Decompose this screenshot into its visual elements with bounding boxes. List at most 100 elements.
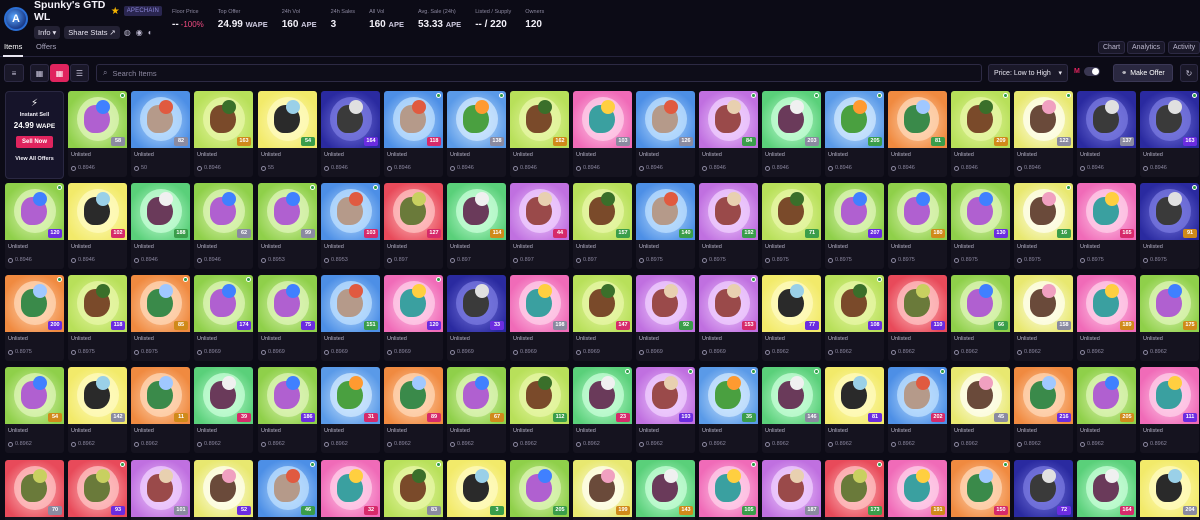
nft-image[interactable]: 205 <box>1077 367 1136 424</box>
nft-card[interactable]: 58 Unlisted 0.8946 <box>68 91 127 177</box>
nft-card[interactable]: 130 Unlisted 0.8975 <box>951 183 1010 269</box>
nft-image[interactable]: 180 <box>888 183 947 240</box>
nft-card[interactable]: 101Unlisted <box>131 460 190 520</box>
nft-image[interactable]: 126 <box>636 91 695 148</box>
nft-card[interactable]: 162 Unlisted 0.8946 <box>510 91 569 177</box>
refresh-button[interactable]: ↻ <box>1180 64 1198 82</box>
nft-image[interactable]: 120 <box>384 275 443 332</box>
nft-card[interactable]: 120 Unlisted 0.8946 <box>5 183 64 269</box>
nft-image[interactable]: 130 <box>951 183 1010 240</box>
nft-image[interactable]: 103 <box>321 183 380 240</box>
nft-card[interactable]: 44 Unlisted 0.897 <box>510 183 569 269</box>
nft-image[interactable]: 81 <box>888 91 947 148</box>
nft-image[interactable]: 108 <box>825 275 884 332</box>
nft-image[interactable]: 67 <box>447 367 506 424</box>
nft-card[interactable]: 153 Unlisted 0.8969 <box>699 275 758 361</box>
nft-card[interactable]: 180 Unlisted 0.8975 <box>888 183 947 269</box>
nft-image[interactable]: 146 <box>762 367 821 424</box>
nft-card[interactable]: 81 Unlisted 0.8946 <box>888 91 947 177</box>
view-all-offers-link[interactable]: View All Offers <box>15 156 54 162</box>
nft-image[interactable]: 127 <box>384 183 443 240</box>
nft-card[interactable]: 205Unlisted <box>510 460 569 520</box>
nft-image[interactable]: 83 <box>384 460 443 517</box>
nft-card[interactable]: 127 Unlisted 0.897 <box>384 183 443 269</box>
filter-button[interactable]: ≡ <box>4 64 24 82</box>
nft-image[interactable]: 44 <box>510 183 569 240</box>
nft-card[interactable]: 35 Unlisted 0.8962 <box>699 367 758 453</box>
nft-card[interactable]: 204Unlisted <box>1140 460 1199 520</box>
nft-card[interactable]: 151 Unlisted 0.8969 <box>321 275 380 361</box>
nft-image[interactable]: 54 <box>5 367 64 424</box>
nft-card[interactable]: 205 Unlisted 0.8962 <box>1077 367 1136 453</box>
nft-card[interactable]: 192 Unlisted 0.8975 <box>699 183 758 269</box>
nft-image[interactable]: 45 <box>951 367 1010 424</box>
nft-image[interactable]: 189 <box>1077 275 1136 332</box>
nft-card[interactable]: 163 Unlisted 0.8946 <box>1140 91 1199 177</box>
tab-items[interactable]: Items <box>4 42 22 51</box>
nft-card[interactable]: 142 Unlisted 0.8962 <box>68 367 127 453</box>
nft-card[interactable]: 45 Unlisted 0.8962 <box>951 367 1010 453</box>
nft-image[interactable]: 110 <box>888 275 947 332</box>
nft-card[interactable]: 175 Unlisted 0.8962 <box>1140 275 1199 361</box>
nft-image[interactable]: 111 <box>1140 367 1199 424</box>
nft-image[interactable]: 99 <box>258 183 317 240</box>
nft-image[interactable]: 102 <box>68 183 127 240</box>
nft-card[interactable]: 173Unlisted <box>825 460 884 520</box>
nft-card[interactable]: 83Unlisted <box>384 460 443 520</box>
nft-card[interactable]: 199Unlisted <box>573 460 632 520</box>
nft-card[interactable]: 140 Unlisted 0.8975 <box>636 183 695 269</box>
nft-card[interactable]: 200 Unlisted 0.8975 <box>5 275 64 361</box>
nft-image[interactable]: 3 <box>447 460 506 517</box>
toggle-switch[interactable] <box>1083 67 1100 76</box>
nft-image[interactable]: 85 <box>131 275 190 332</box>
nft-image[interactable]: 32 <box>321 460 380 517</box>
nft-image[interactable]: 82 <box>131 91 190 148</box>
nft-card[interactable]: 147 Unlisted 0.8969 <box>573 275 632 361</box>
nft-card[interactable]: 67 Unlisted 0.8962 <box>447 367 506 453</box>
nft-card[interactable]: 143Unlisted <box>636 460 695 520</box>
tab-activity[interactable]: Activity <box>1168 41 1200 54</box>
nft-image[interactable]: 72 <box>1014 460 1073 517</box>
nft-image[interactable]: 164 <box>321 91 380 148</box>
nft-card[interactable]: 158 Unlisted 0.8962 <box>1014 275 1073 361</box>
nft-card[interactable]: 110 Unlisted 0.8962 <box>888 275 947 361</box>
nft-card[interactable]: 75 Unlisted 0.8969 <box>258 275 317 361</box>
nft-image[interactable]: 84 <box>699 91 758 148</box>
sell-now-button[interactable]: Sell Now <box>15 136 53 148</box>
nft-image[interactable]: 143 <box>636 460 695 517</box>
nft-card[interactable]: 71 Unlisted 0.8975 <box>762 183 821 269</box>
nft-image[interactable]: 163 <box>1140 91 1199 148</box>
discord-icon[interactable]: ◉ <box>136 28 144 37</box>
nft-image[interactable]: 118 <box>384 91 443 148</box>
nft-card[interactable]: 120 Unlisted 0.8969 <box>384 275 443 361</box>
nft-image[interactable]: 58 <box>68 91 127 148</box>
nft-card[interactable]: 193 Unlisted 0.8962 <box>636 367 695 453</box>
nft-card[interactable]: 11 Unlisted 0.8962 <box>131 367 190 453</box>
nft-image[interactable]: 216 <box>1014 367 1073 424</box>
nft-card[interactable]: 91 Unlisted 0.8975 <box>1140 183 1199 269</box>
nft-image[interactable]: 192 <box>699 183 758 240</box>
nft-image[interactable]: 137 <box>1077 91 1136 148</box>
nft-image[interactable]: 33 <box>447 275 506 332</box>
nft-card[interactable]: 209 Unlisted 0.8946 <box>951 91 1010 177</box>
tab-offers[interactable]: Offers <box>36 42 56 51</box>
nft-card[interactable]: 174 Unlisted 0.8969 <box>194 275 253 361</box>
nft-card[interactable]: 85 Unlisted 0.8975 <box>131 275 190 361</box>
nft-image[interactable]: 209 <box>951 91 1010 148</box>
nft-image[interactable]: 118 <box>68 275 127 332</box>
nft-image[interactable]: 39 <box>194 367 253 424</box>
nft-image[interactable]: 81 <box>825 367 884 424</box>
globe-icon[interactable]: ◍ <box>124 28 132 37</box>
nft-card[interactable]: 202 Unlisted 0.8962 <box>888 367 947 453</box>
nft-image[interactable]: 101 <box>131 460 190 517</box>
nft-image[interactable]: 147 <box>573 275 632 332</box>
nft-card[interactable]: 3Unlisted <box>447 460 506 520</box>
nft-image[interactable]: 186 <box>258 367 317 424</box>
nft-image[interactable]: 122 <box>1014 91 1073 148</box>
nft-image[interactable]: 191 <box>888 460 947 517</box>
nft-image[interactable]: 188 <box>131 183 190 240</box>
nft-card[interactable]: 163 Unlisted 0.8946 <box>194 91 253 177</box>
nft-card[interactable]: 150Unlisted <box>951 460 1010 520</box>
nft-image[interactable]: 138 <box>447 91 506 148</box>
nft-card[interactable]: 122 Unlisted 0.8946 <box>1014 91 1073 177</box>
